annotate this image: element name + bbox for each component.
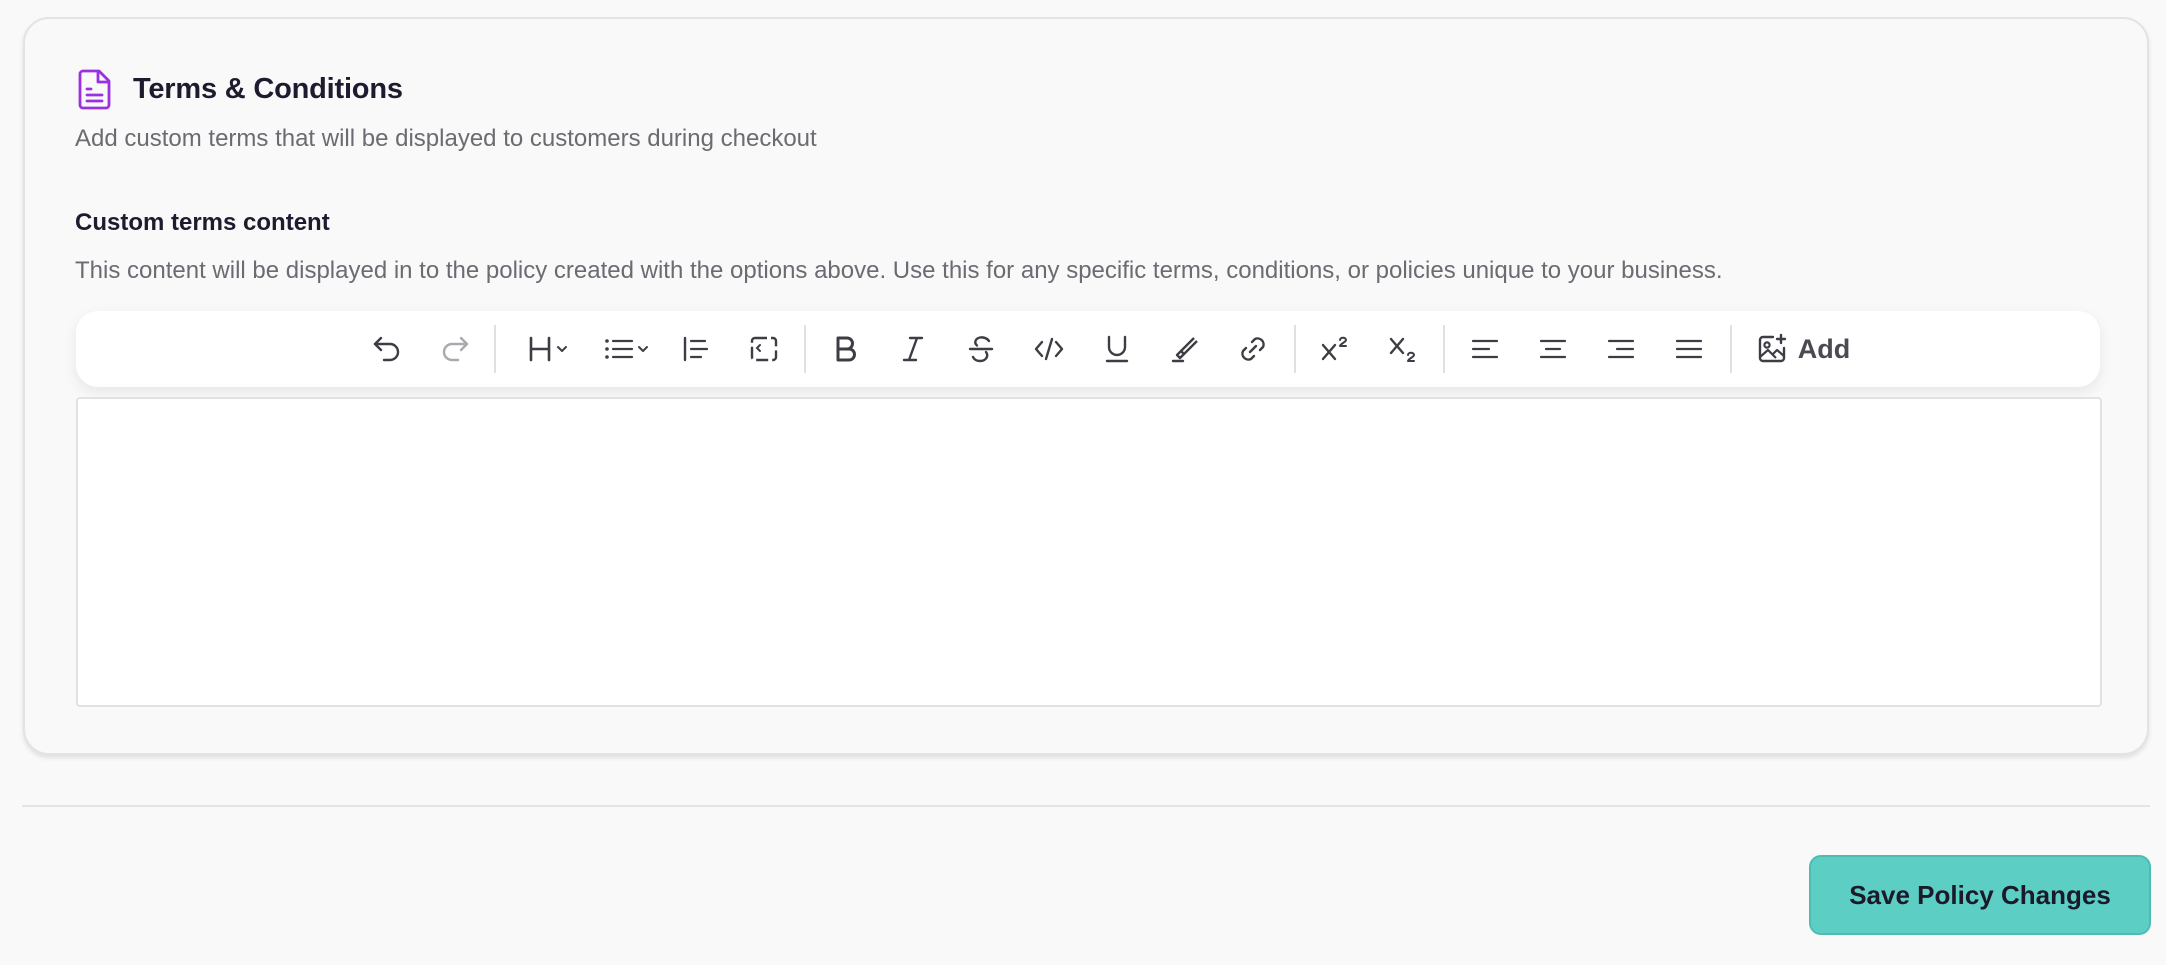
custom-terms-label: Custom terms content (75, 209, 330, 236)
blockquote-button[interactable] (671, 325, 721, 373)
add-image-label: Add (1797, 333, 1851, 364)
highlight-button[interactable] (1160, 325, 1210, 373)
align-right-button[interactable] (1596, 325, 1646, 373)
heading-dropdown-icon (529, 336, 567, 362)
align-left-icon (1471, 339, 1499, 359)
card-subtitle: Add custom terms that will be displayed … (75, 125, 817, 152)
align-left-button[interactable] (1460, 325, 1510, 373)
redo-button[interactable] (430, 325, 480, 373)
align-justify-icon (1675, 339, 1703, 359)
add-image-icon (1758, 333, 1786, 363)
undo-icon (373, 336, 400, 362)
code-button[interactable] (1024, 325, 1074, 373)
undo-button[interactable] (362, 325, 412, 373)
code-icon (1034, 337, 1064, 361)
blockquote-icon (683, 336, 709, 362)
list-dropdown-button[interactable] (598, 325, 658, 373)
align-center-button[interactable] (1528, 325, 1578, 373)
align-right-icon (1607, 339, 1635, 359)
add-image-button[interactable]: Add (1753, 325, 1853, 373)
card-title: Terms & Conditions (133, 72, 403, 105)
code-block-icon (750, 336, 778, 362)
align-justify-button[interactable] (1664, 325, 1714, 373)
toolbar-separator (804, 325, 806, 373)
underline-button[interactable] (1092, 325, 1142, 373)
card-header: Terms & Conditions (75, 67, 403, 111)
document-icon (75, 67, 115, 111)
bold-icon (836, 336, 856, 362)
bold-button[interactable] (820, 325, 870, 373)
editor-toolbar: Add (76, 311, 2100, 387)
align-center-icon (1539, 339, 1567, 359)
link-button[interactable] (1228, 325, 1278, 373)
toolbar-separator (1443, 325, 1445, 373)
code-block-button[interactable] (739, 325, 789, 373)
italic-icon (902, 336, 924, 362)
superscript-icon (1321, 336, 1347, 361)
subscript-icon (1389, 337, 1415, 362)
toolbar-separator (1730, 325, 1732, 373)
footer-divider (22, 805, 2150, 807)
toolbar-separator (1294, 325, 1296, 373)
toolbar-separator (494, 325, 496, 373)
underline-icon (1105, 335, 1129, 363)
strikethrough-button[interactable] (956, 325, 1006, 373)
list-dropdown-icon (605, 339, 648, 359)
custom-terms-editor[interactable] (76, 397, 2102, 707)
page: Terms & Conditions Add custom terms that… (0, 0, 2166, 965)
link-icon (1241, 337, 1265, 361)
highlight-icon (1171, 337, 1198, 363)
italic-button[interactable] (888, 325, 938, 373)
terms-card: Terms & Conditions Add custom terms that… (23, 17, 2149, 755)
save-policy-changes-button[interactable]: Save Policy Changes (1809, 855, 2151, 935)
superscript-button[interactable] (1311, 325, 1361, 373)
subscript-button[interactable] (1379, 325, 1429, 373)
custom-terms-help-text: This content will be displayed in to the… (75, 257, 1723, 284)
heading-dropdown-button[interactable] (520, 325, 580, 373)
strikethrough-icon (968, 336, 994, 363)
redo-icon (442, 336, 469, 362)
